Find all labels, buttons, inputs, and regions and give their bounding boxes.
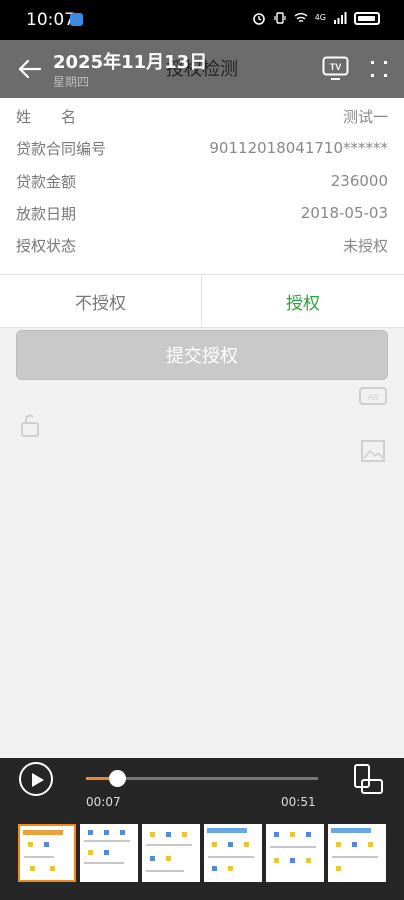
info-value: 236000 [330, 172, 388, 190]
more-dots-icon[interactable] [368, 58, 390, 80]
status-time: 10:07 [26, 10, 75, 30]
seek-handle[interactable] [109, 770, 127, 787]
svg-text:TV: TV [330, 62, 342, 72]
deny-auth-button[interactable]: 不授权 [0, 275, 202, 328]
app-notification-icon [70, 13, 83, 26]
info-row-loan-date: 放款日期 2018-05-03 [0, 197, 404, 229]
lock-rotate-icon[interactable] [18, 413, 42, 439]
frame-thumbnail[interactable] [266, 824, 324, 882]
video-player-controls: 00:07 00:51 [0, 758, 404, 900]
info-value: 90112018041710****** [209, 139, 388, 157]
frame-thumbnail[interactable] [142, 824, 200, 882]
status-icons: 4G [252, 11, 380, 25]
loan-info-card: 姓 名 测试一 贷款合同编号 90112018041710****** 贷款金额… [0, 98, 404, 274]
duration-time: 00:51 [281, 795, 316, 809]
status-bar: 10:07 4G [0, 0, 404, 40]
vibrate-icon [274, 12, 286, 24]
info-row-contract-no: 贷款合同编号 90112018041710****** [0, 132, 404, 164]
frame-thumbnail[interactable] [204, 824, 262, 882]
info-row-auth-status: 授权状态 未授权 [0, 229, 404, 261]
rotate-screen-icon[interactable] [352, 762, 386, 796]
wifi-icon [294, 13, 308, 23]
current-time: 00:07 [86, 795, 121, 809]
info-label: 姓 名 [16, 107, 77, 126]
info-label: 授权状态 [16, 236, 77, 255]
video-date: 2025年11月13日 [53, 52, 208, 73]
submit-auth-button[interactable]: 提交授权 [16, 330, 388, 380]
video-weekday: 星期四 [53, 75, 90, 89]
frame-thumbnail[interactable] [18, 824, 76, 882]
frame-thumbnail[interactable] [328, 824, 386, 882]
subtitle-icon[interactable]: AB [358, 386, 388, 408]
frame-thumbnail[interactable] [80, 824, 138, 882]
signal-icon [334, 12, 347, 24]
alarm-icon [252, 13, 265, 25]
info-value: 未授权 [342, 236, 388, 255]
grant-auth-button[interactable]: 授权 [202, 275, 404, 328]
info-label: 放款日期 [16, 204, 77, 223]
info-row-name: 姓 名 测试一 [0, 100, 404, 132]
arrow-left-icon[interactable] [16, 55, 44, 83]
info-row-amount: 贷款金额 236000 [0, 165, 404, 197]
page-content: 姓 名 测试一 贷款合同编号 90112018041710****** 贷款金额… [0, 98, 404, 758]
info-label: 贷款合同编号 [16, 139, 107, 158]
auth-choice: 不授权 授权 [0, 274, 404, 328]
network-type: 4G [314, 13, 326, 22]
app-bar: 授权检测 2025年11月13日 星期四 TV [0, 40, 404, 98]
frame-thumbnails [18, 824, 386, 882]
info-label: 贷款金额 [16, 172, 77, 191]
svg-text:AB: AB [368, 393, 379, 402]
battery-icon [354, 11, 380, 25]
info-value: 2018-05-03 [300, 204, 388, 222]
tv-icon[interactable]: TV [322, 56, 349, 80]
play-icon[interactable] [19, 762, 53, 796]
info-value: 测试一 [342, 107, 388, 126]
image-icon[interactable] [360, 438, 386, 464]
